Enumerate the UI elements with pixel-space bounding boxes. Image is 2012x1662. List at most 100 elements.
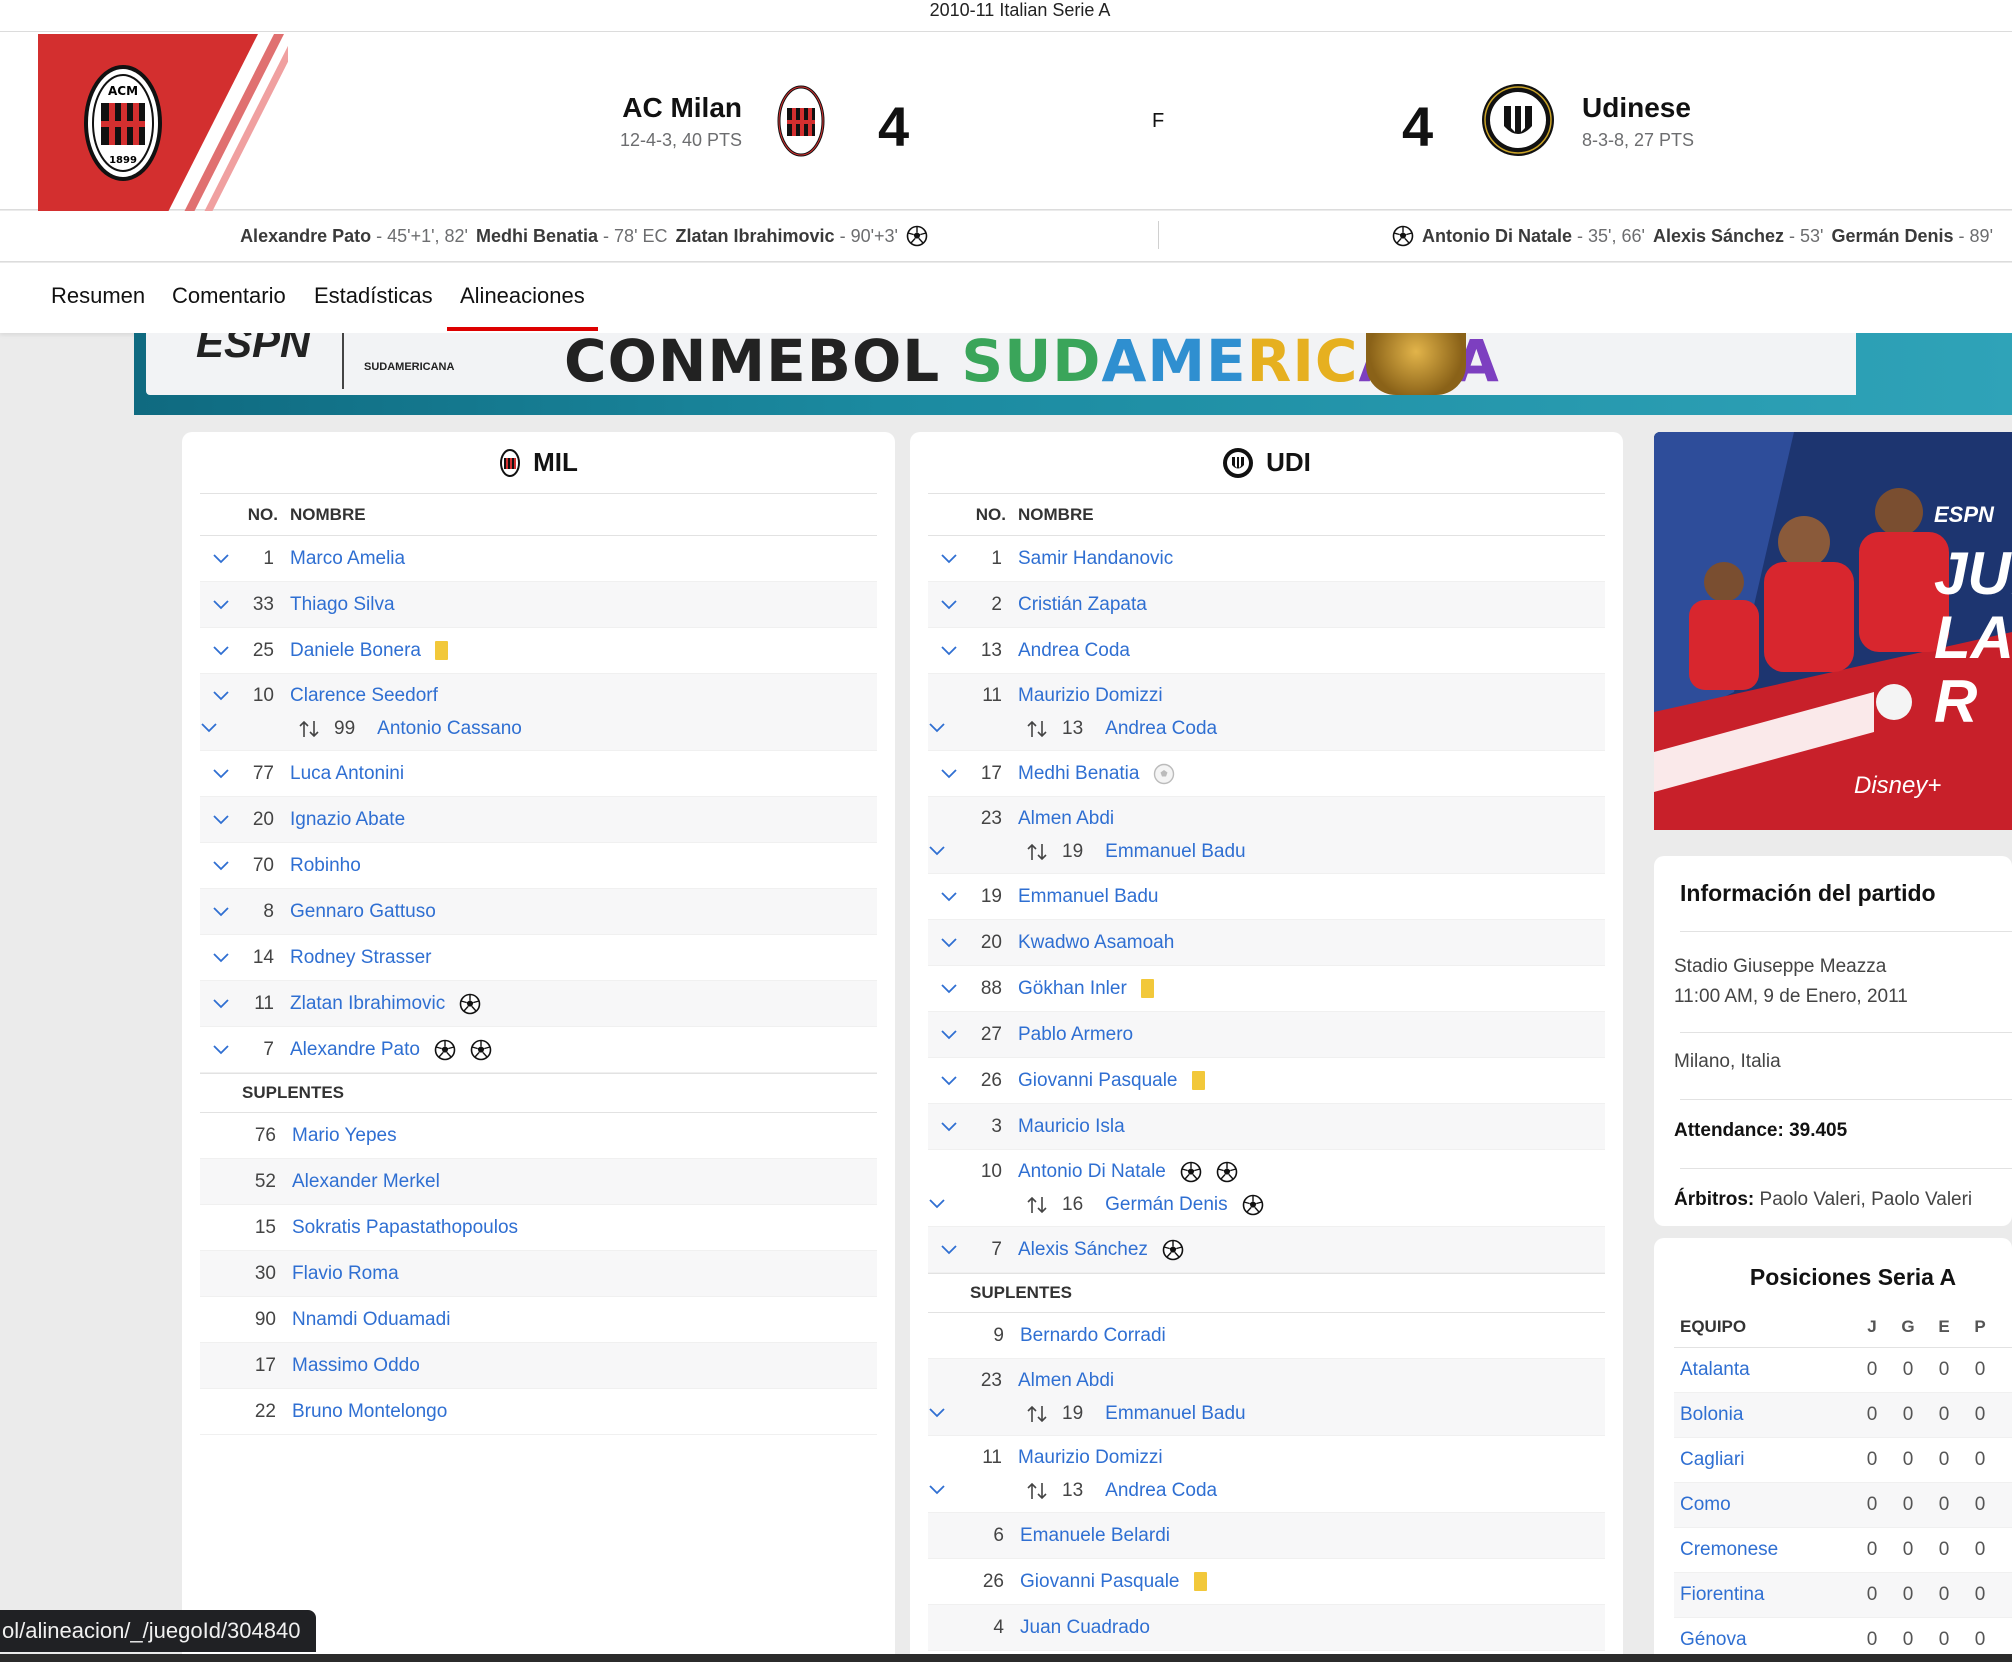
away-team[interactable]: Udinese 8-3-8, 27 PTS	[1582, 92, 1694, 151]
standings-team-link[interactable]: Como	[1674, 1494, 1854, 1516]
player-link[interactable]: Nnamdi Oduamadi	[292, 1309, 450, 1331]
chevron-down-icon[interactable]	[200, 952, 242, 964]
match-datetime: 11:00 AM, 9 de Enero, 2011	[1674, 986, 1908, 1007]
player-link[interactable]: Cristián Zapata	[1018, 594, 1147, 616]
chevron-down-icon[interactable]	[928, 937, 970, 949]
scorer-entry[interactable]: Medhi Benatia - 78' EC	[476, 226, 668, 247]
chevron-down-icon[interactable]	[200, 690, 242, 702]
player-link[interactable]: Bruno Montelongo	[292, 1401, 447, 1423]
player-link[interactable]: Emmanuel Badu	[1018, 886, 1158, 908]
chevron-down-icon[interactable]	[928, 768, 970, 780]
player-link[interactable]: Samir Handanovic	[1018, 548, 1173, 570]
chevron-down-icon[interactable]	[928, 1244, 970, 1256]
player-link[interactable]: Emanuele Belardi	[1020, 1525, 1170, 1547]
scorer-entry[interactable]: Germán Denis - 89'	[1831, 226, 1993, 247]
player-link[interactable]: Giovanni Pasquale	[1020, 1571, 1180, 1593]
player-link[interactable]: Clarence Seedorf	[290, 685, 438, 707]
player-link[interactable]: Giovanni Pasquale	[1018, 1070, 1178, 1092]
chevron-down-icon[interactable]	[200, 768, 242, 780]
substitution-row: 16 Germán Denis	[928, 1190, 1605, 1220]
player-link[interactable]: Mauricio Isla	[1018, 1116, 1125, 1138]
tab-estadisticas[interactable]: Estadísticas	[314, 283, 433, 327]
chevron-down-icon[interactable]	[200, 998, 242, 1010]
standings-team-link[interactable]: Bolonia	[1674, 1404, 1854, 1426]
player-link[interactable]: Maurizio Domizzi	[1018, 1447, 1163, 1469]
player-link[interactable]: Antonio Di Natale	[1018, 1161, 1166, 1183]
sub-player-link[interactable]: Andrea Coda	[1105, 1480, 1217, 1502]
chevron-down-icon[interactable]	[928, 841, 1018, 863]
chevron-down-icon[interactable]	[928, 1480, 1018, 1502]
player-link[interactable]: Maurizio Domizzi	[1018, 685, 1163, 707]
standings-team-link[interactable]: Fiorentina	[1674, 1584, 1854, 1606]
sub-player-link[interactable]: Antonio Cassano	[377, 718, 522, 740]
player-link[interactable]: Almen Abdi	[1018, 1370, 1114, 1392]
player-link[interactable]: Medhi Benatia	[1018, 763, 1139, 785]
chevron-down-icon[interactable]	[928, 645, 970, 657]
chevron-down-icon[interactable]	[200, 814, 242, 826]
chevron-down-icon[interactable]	[200, 599, 242, 611]
chevron-down-icon[interactable]	[200, 906, 242, 918]
chevron-down-icon[interactable]	[928, 1403, 1018, 1425]
player-link[interactable]: Kwadwo Asamoah	[1018, 932, 1174, 954]
scorer-entry[interactable]: Alexandre Pato - 45'+1', 82'	[240, 226, 468, 247]
chevron-down-icon[interactable]	[928, 983, 970, 995]
player-link[interactable]: Marco Amelia	[290, 548, 405, 570]
player-link[interactable]: Bernardo Corradi	[1020, 1325, 1166, 1347]
standings-team-link[interactable]: Cremonese	[1674, 1539, 1854, 1561]
player-link[interactable]: Flavio Roma	[292, 1263, 399, 1285]
standings-team-link[interactable]: Atalanta	[1674, 1359, 1854, 1381]
player-link[interactable]: Pablo Armero	[1018, 1024, 1133, 1046]
player-link[interactable]: Almen Abdi	[1018, 808, 1114, 830]
standings-team-link[interactable]: Génova	[1674, 1629, 1854, 1651]
chevron-down-icon[interactable]	[928, 1194, 1018, 1216]
scorer-entry[interactable]: Alexis Sánchez - 53'	[1653, 226, 1824, 247]
player-link[interactable]: Sokratis Papastathopoulos	[292, 1217, 518, 1239]
ad-banner[interactable]: ESPN SUDAMERICANA CONMEBOL SUDAMERICANA	[134, 333, 2012, 415]
home-team[interactable]: AC Milan 12-4-3, 40 PTS	[620, 92, 742, 151]
player-link[interactable]: Luca Antonini	[290, 763, 404, 785]
chevron-down-icon[interactable]	[928, 891, 970, 903]
chevron-down-icon[interactable]	[200, 718, 290, 740]
tab-resumen[interactable]: Resumen	[51, 283, 145, 327]
milan-crest-icon[interactable]	[775, 82, 827, 165]
standings-team-link[interactable]: Cagliari	[1674, 1449, 1854, 1471]
player-link[interactable]: Mario Yepes	[292, 1125, 397, 1147]
away-team-name[interactable]: Udinese	[1582, 92, 1694, 124]
chevron-down-icon[interactable]	[200, 553, 242, 565]
udinese-crest-icon[interactable]	[1480, 82, 1556, 163]
chevron-down-icon[interactable]	[928, 1029, 970, 1041]
chevron-down-icon[interactable]	[200, 860, 242, 872]
sub-player-link[interactable]: Andrea Coda	[1105, 718, 1217, 740]
chevron-down-icon[interactable]	[928, 553, 970, 565]
home-team-name[interactable]: AC Milan	[620, 92, 742, 124]
chevron-down-icon[interactable]	[928, 718, 1018, 740]
scorer-entry[interactable]: Antonio Di Natale - 35', 66'	[1422, 226, 1645, 247]
player-link[interactable]: Daniele Bonera	[290, 640, 421, 662]
player-link[interactable]: Ignazio Abate	[290, 809, 405, 831]
promo-ad[interactable]: ESPN JUE LA R Disney+	[1654, 432, 2012, 830]
tab-alineaciones[interactable]: Alineaciones	[447, 283, 598, 331]
player-link[interactable]: Rodney Strasser	[290, 947, 432, 969]
player-link[interactable]: Alexandre Pato	[290, 1039, 420, 1061]
player-link[interactable]: Robinho	[290, 855, 361, 877]
chevron-down-icon[interactable]	[928, 1075, 970, 1087]
player-link[interactable]: Juan Cuadrado	[1020, 1617, 1150, 1639]
player-link[interactable]: Gökhan Inler	[1018, 978, 1127, 1000]
player-link[interactable]: Thiago Silva	[290, 594, 395, 616]
chevron-down-icon[interactable]	[200, 1044, 242, 1056]
league-title[interactable]: 2010-11 Italian Serie A	[930, 0, 1111, 20]
tab-comentario[interactable]: Comentario	[172, 283, 286, 327]
player-link[interactable]: Alexander Merkel	[292, 1171, 440, 1193]
chevron-down-icon[interactable]	[200, 645, 242, 657]
player-link[interactable]: Andrea Coda	[1018, 640, 1130, 662]
chevron-down-icon[interactable]	[928, 1121, 970, 1133]
player-link[interactable]: Gennaro Gattuso	[290, 901, 436, 923]
sub-player-link[interactable]: Emmanuel Badu	[1105, 1403, 1245, 1425]
scorer-entry[interactable]: Zlatan Ibrahimovic - 90'+3'	[676, 226, 898, 247]
player-link[interactable]: Massimo Oddo	[292, 1355, 420, 1377]
sub-player-link[interactable]: Emmanuel Badu	[1105, 841, 1245, 863]
sub-player-link[interactable]: Germán Denis	[1105, 1194, 1228, 1216]
chevron-down-icon[interactable]	[928, 599, 970, 611]
player-link[interactable]: Alexis Sánchez	[1018, 1239, 1148, 1261]
player-link[interactable]: Zlatan Ibrahimovic	[290, 993, 445, 1015]
